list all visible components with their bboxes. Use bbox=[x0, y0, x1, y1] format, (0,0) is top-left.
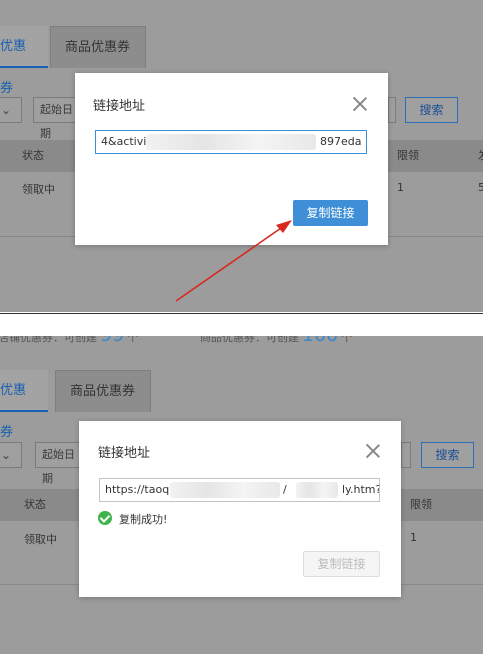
arrow-head bbox=[276, 220, 292, 233]
arrow-shaft bbox=[175, 225, 285, 302]
annotation-arrow bbox=[175, 220, 292, 302]
